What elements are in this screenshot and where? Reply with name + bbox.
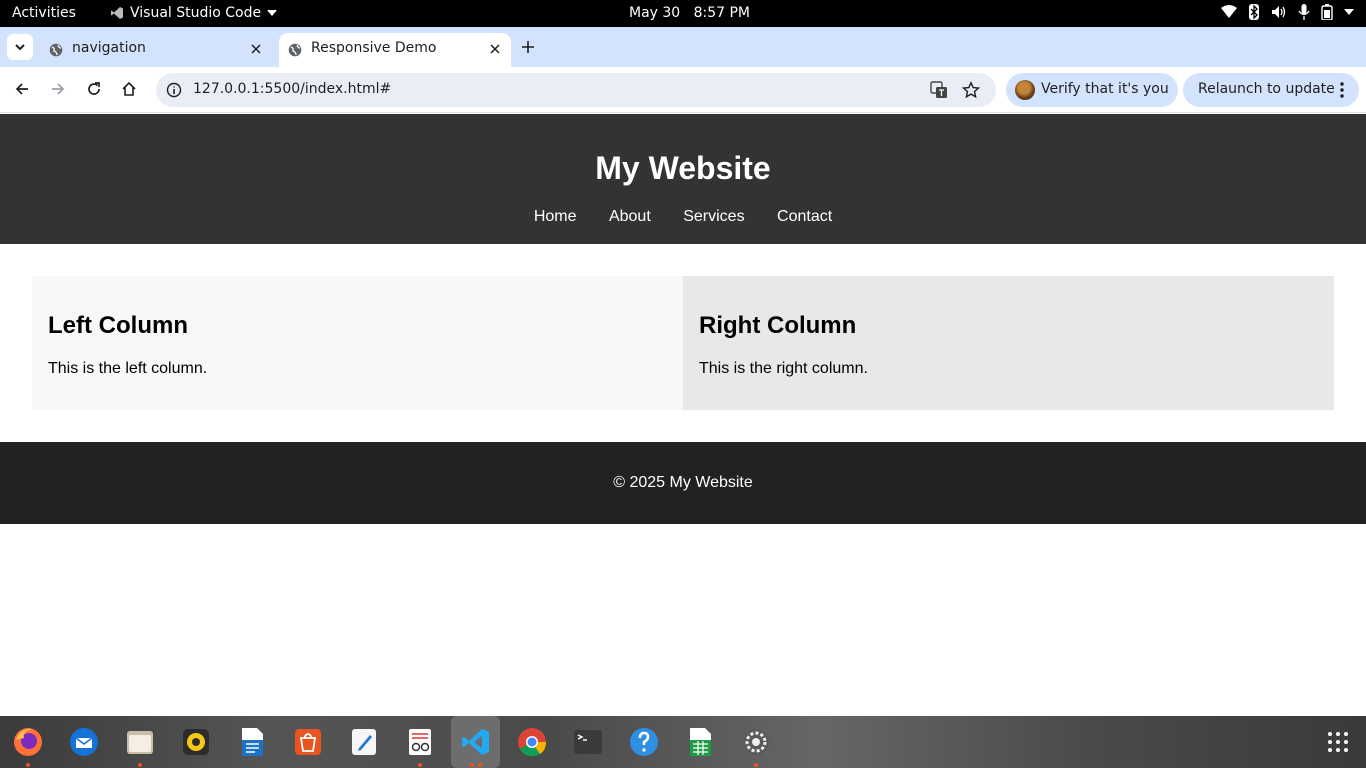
verify-identity-chip[interactable]: Verify that it's you (1006, 73, 1178, 107)
tab-responsive-demo[interactable]: Responsive Demo (279, 33, 511, 67)
app-menu-label: Visual Studio Code (130, 5, 262, 21)
chrome-icon[interactable] (516, 726, 548, 758)
calc-icon[interactable] (684, 726, 716, 758)
close-icon[interactable] (250, 43, 262, 55)
tab-search-button[interactable] (7, 34, 33, 60)
document-viewer-icon[interactable] (404, 726, 436, 758)
nav-link-about[interactable]: About (609, 208, 651, 226)
bookmark-star-icon[interactable] (962, 81, 980, 99)
running-indicator (470, 763, 474, 767)
globe-icon (288, 43, 302, 57)
more-vert-icon[interactable] (1340, 82, 1344, 98)
running-indicator (754, 763, 758, 767)
columns-container: Left Column This is the left column. Rig… (32, 276, 1334, 410)
writer-icon[interactable] (236, 726, 268, 758)
activities-button[interactable]: Activities (12, 5, 76, 21)
nav-link-services[interactable]: Services (683, 208, 744, 226)
app-menu[interactable]: Visual Studio Code (110, 5, 278, 21)
clock-date: May 30 (629, 5, 681, 21)
terminal-icon[interactable] (572, 726, 604, 758)
chevron-down-icon (15, 43, 25, 50)
left-column: Left Column This is the left column. (32, 276, 683, 410)
tab-title: navigation (72, 40, 146, 56)
home-icon[interactable] (121, 81, 137, 97)
wifi-icon (1221, 5, 1237, 18)
left-column-text: This is the left column. (48, 360, 208, 377)
browser-toolbar: 127.0.0.1:5500/index.html# Verify that i… (0, 67, 1366, 113)
profile-avatar (1015, 80, 1035, 100)
globe-icon (49, 43, 63, 57)
back-arrow-icon[interactable] (14, 81, 30, 97)
running-indicator (478, 763, 482, 767)
new-tab-plus-icon[interactable] (520, 39, 536, 55)
system-menu-chevron-icon (1344, 9, 1354, 15)
right-column-text: This is the right column. (699, 360, 868, 377)
site-footer: © 2025 My Website (0, 442, 1366, 524)
site-title: My Website (595, 150, 771, 186)
vscode-icon[interactable] (460, 726, 492, 758)
right-column-heading: Right Column (699, 312, 857, 339)
volume-icon (1272, 6, 1286, 18)
app-center-icon[interactable] (292, 726, 324, 758)
tab-strip: navigation Responsive Demo (0, 27, 1366, 67)
tab-title: Responsive Demo (311, 40, 437, 56)
clock[interactable]: May 30 8:57 PM (629, 5, 750, 21)
files-icon[interactable] (124, 726, 156, 758)
help-icon[interactable] (628, 726, 660, 758)
settings-icon[interactable] (740, 726, 772, 758)
site-header: My Website Home About Services Contact (0, 114, 1366, 244)
chevron-down-icon (267, 10, 278, 16)
url-text[interactable]: 127.0.0.1:5500/index.html# (193, 81, 391, 97)
verify-chip-label: Verify that it's you (1041, 81, 1169, 97)
firefox-icon[interactable] (12, 726, 44, 758)
vscode-small-icon (111, 7, 123, 19)
running-indicator (418, 763, 422, 767)
show-apps-grid-icon[interactable] (1327, 731, 1349, 753)
battery-icon (1321, 4, 1333, 20)
running-indicator (26, 763, 30, 767)
footer-copyright: © 2025 My Website (613, 474, 753, 491)
left-column-heading: Left Column (48, 312, 188, 339)
reload-icon[interactable] (86, 81, 102, 97)
running-indicator (138, 763, 142, 767)
text-editor-icon[interactable] (348, 726, 380, 758)
site-nav: Home About Services Contact (0, 208, 1366, 226)
right-column: Right Column This is the right column. (683, 276, 1334, 410)
clock-time: 8:57 PM (693, 5, 750, 21)
nav-link-contact[interactable]: Contact (777, 208, 832, 226)
rhythmbox-icon[interactable] (180, 726, 212, 758)
bluetooth-icon (1249, 4, 1259, 20)
nav-link-home[interactable]: Home (534, 208, 577, 226)
microphone-icon (1298, 4, 1310, 20)
system-top-bar: Activities Visual Studio Code May 30 8:5… (0, 0, 1366, 27)
thunderbird-icon[interactable] (68, 726, 100, 758)
system-tray[interactable] (1221, 4, 1354, 20)
address-bar[interactable]: 127.0.0.1:5500/index.html# (156, 73, 996, 107)
tab-navigation[interactable]: navigation (40, 33, 272, 67)
dock (0, 716, 1366, 768)
info-icon[interactable] (166, 82, 182, 98)
close-icon[interactable] (489, 43, 501, 55)
forward-arrow-icon[interactable] (50, 81, 66, 97)
relaunch-chip-label: Relaunch to update (1198, 81, 1335, 97)
translate-icon[interactable] (930, 81, 948, 99)
relaunch-update-chip[interactable]: Relaunch to update (1183, 73, 1359, 107)
